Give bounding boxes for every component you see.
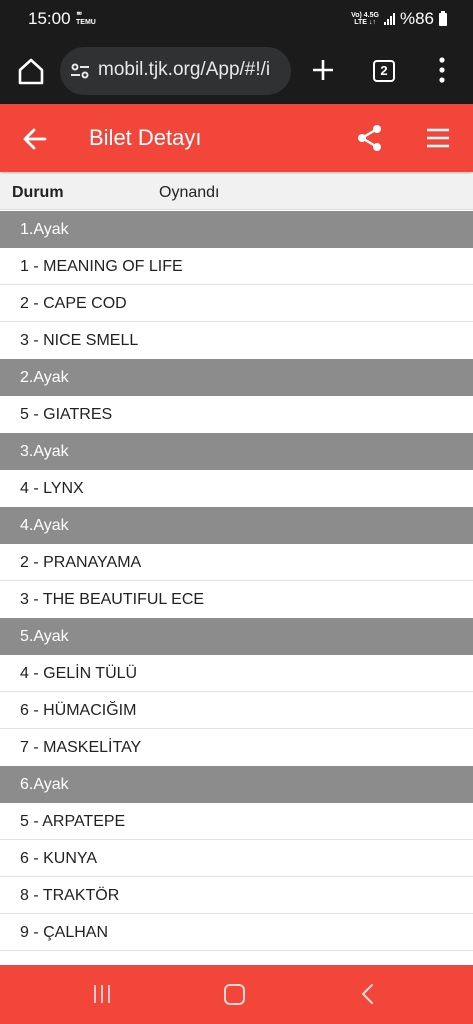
hamburger-menu-icon[interactable] [425, 126, 451, 150]
site-settings-icon[interactable] [68, 59, 92, 83]
notification-icon-1: ᄈ [76, 12, 83, 19]
legs-list: 1.Ayak 1 - MEANING OF LIFE 2 - CAPE COD … [0, 211, 473, 951]
horse-row: 9 - ÇALHAN [0, 914, 473, 951]
leg-header: 1.Ayak [0, 211, 473, 248]
network-top-label: Vo) 4.5G [351, 12, 379, 19]
horse-row: 3 - NICE SMELL [0, 322, 473, 359]
more-options-icon[interactable] [431, 56, 453, 84]
ticket-status-row: Durum Oynandı [0, 174, 473, 210]
home-button-icon[interactable] [224, 984, 245, 1005]
network-icon: Vo) 4.5G LTE ↓↑ [351, 12, 379, 26]
status-value: Oynandı [159, 184, 220, 201]
battery-percent: %86 [399, 9, 434, 28]
horse-row: 8 - TRAKTÖR [0, 877, 473, 914]
notification-icons: ᄈ TEMU [76, 12, 96, 26]
url-text[interactable]: mobil.tjk.org/App/#!/i [98, 59, 270, 81]
back-arrow-icon[interactable] [22, 126, 48, 152]
share-icon[interactable] [356, 124, 384, 152]
page-title: Bilet Detayı [89, 125, 202, 150]
horse-row: 7 - MASKELİTAY [0, 729, 473, 766]
battery-icon [439, 10, 447, 26]
horse-row: 4 - LYNX [0, 470, 473, 507]
leg-header: 3.Ayak [0, 433, 473, 470]
new-tab-icon[interactable] [308, 55, 338, 85]
home-icon[interactable] [14, 54, 48, 88]
horse-row: 5 - GIATRES [0, 396, 473, 433]
horse-row: 6 - HÜMACIĞIM [0, 692, 473, 729]
horse-row: 6 - KUNYA [0, 840, 473, 877]
horse-row: 5 - ARPATEPE [0, 803, 473, 840]
status-time: 15:00 [28, 9, 71, 28]
status-bar: 15:00 ᄈ TEMU Vo) 4.5G LTE ↓↑ %86 [0, 0, 473, 38]
status-label: Durum [12, 184, 64, 201]
horse-row: 4 - GELİN TÜLÜ [0, 655, 473, 692]
signal-icon [383, 13, 395, 25]
network-bottom-label: LTE ↓↑ [354, 19, 376, 26]
system-navigation-bar [0, 965, 473, 1024]
browser-toolbar: mobil.tjk.org/App/#!/i 2 [0, 38, 473, 104]
tab-switcher-button[interactable]: 2 [373, 60, 395, 82]
leg-header: 4.Ayak [0, 507, 473, 544]
address-bar[interactable]: mobil.tjk.org/App/#!/i [60, 47, 291, 95]
horse-row: 2 - CAPE COD [0, 285, 473, 322]
horse-row: 3 - THE BEAUTIFUL ECE [0, 581, 473, 618]
leg-header: 5.Ayak [0, 618, 473, 655]
status-right: Vo) 4.5G LTE ↓↑ %86 [351, 9, 447, 29]
app-header: Bilet Detayı [0, 104, 473, 172]
recent-apps-icon[interactable] [91, 983, 113, 1005]
notification-icon-temu: TEMU [76, 19, 96, 26]
horse-row: 1 - MEANING OF LIFE [0, 248, 473, 285]
system-back-icon[interactable] [358, 983, 378, 1005]
horse-row: 2 - PRANAYAMA [0, 544, 473, 581]
leg-header: 2.Ayak [0, 359, 473, 396]
leg-header: 6.Ayak [0, 766, 473, 803]
